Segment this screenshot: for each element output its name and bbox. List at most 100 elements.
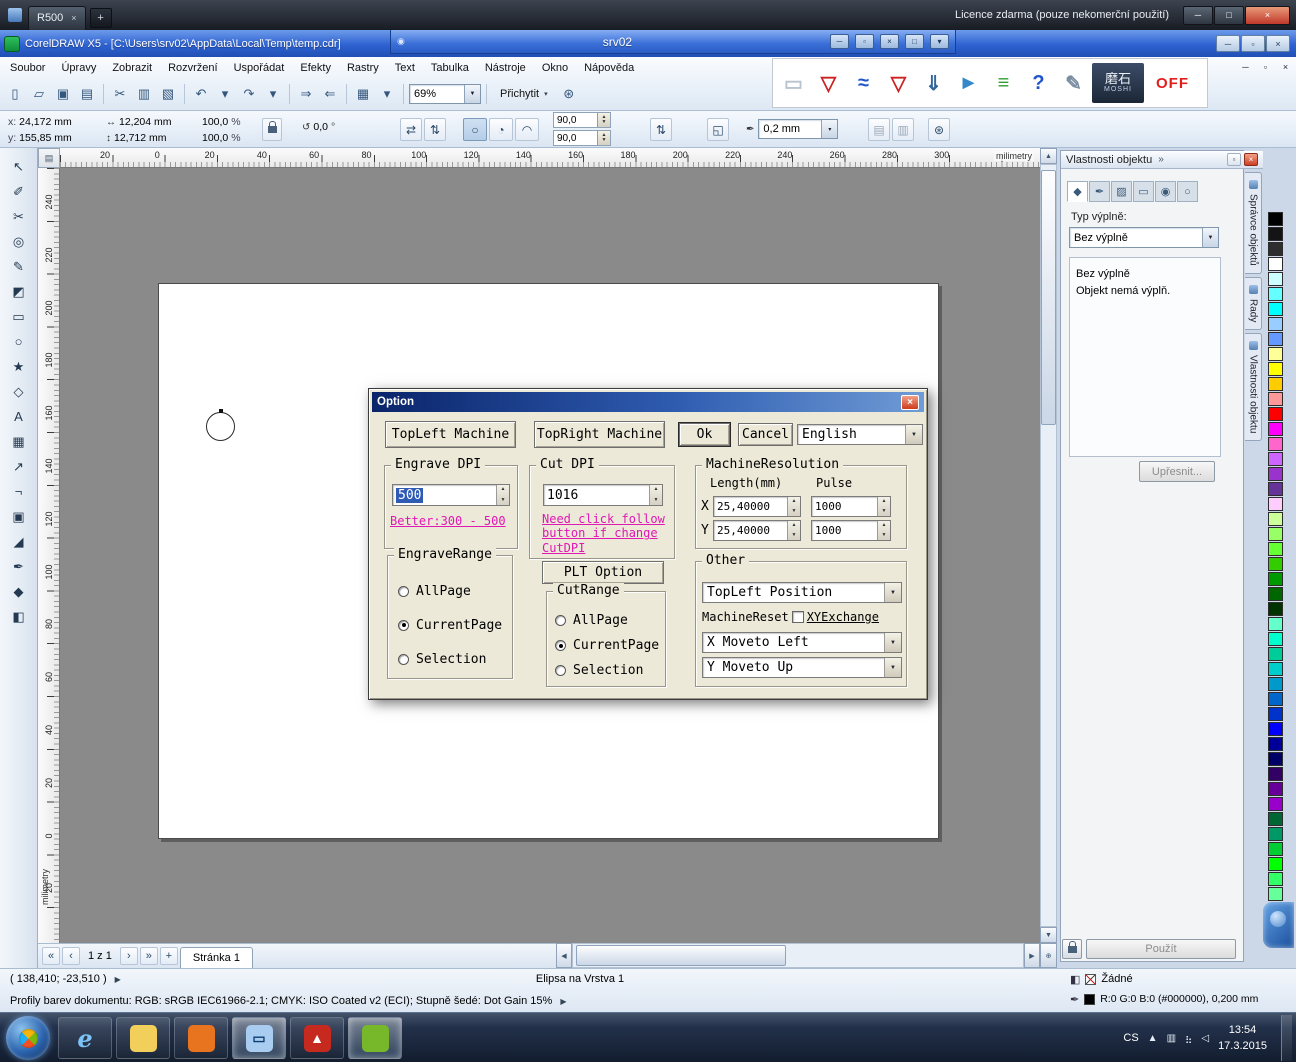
paste-icon[interactable]: ▧ — [157, 83, 179, 105]
dropdown-arrow-icon[interactable]: ▼ — [884, 658, 901, 677]
dropdown-arrow-icon[interactable]: ▾ — [821, 120, 837, 138]
red-funnel2-icon[interactable]: ▽ — [882, 64, 915, 102]
lock-ratio-button[interactable] — [262, 118, 282, 141]
x-length-spinner[interactable] — [787, 497, 800, 516]
expand-icon[interactable]: ▶ — [115, 975, 121, 984]
window-close-button[interactable]: × — [1245, 6, 1290, 25]
radio-currentpage[interactable]: CurrentPage — [398, 608, 502, 642]
engrave-dpi-hint-link[interactable]: Better:300 - 500 — [390, 514, 514, 528]
menu-text[interactable]: Text — [387, 62, 423, 74]
topright-machine-button[interactable]: TopRight Machine — [534, 421, 665, 448]
palette-swatch-2[interactable] — [1268, 242, 1283, 256]
palette-swatch-13[interactable] — [1268, 407, 1283, 421]
basic-shapes-tool[interactable]: ◇ — [4, 379, 34, 404]
side-tab-spravce-objektu[interactable]: Správce objektů — [1245, 172, 1262, 274]
dropdown-arrow-icon[interactable]: ▼ — [884, 583, 901, 602]
blank-frame-icon[interactable]: ▭ — [777, 64, 810, 102]
rectangle-tool[interactable]: ▭ — [4, 304, 34, 329]
apply-button[interactable]: Použít — [1086, 939, 1236, 959]
x-pulse-spinner[interactable] — [877, 497, 890, 516]
palette-swatch-22[interactable] — [1268, 542, 1283, 556]
palette-swatch-23[interactable] — [1268, 557, 1283, 571]
palette-swatch-21[interactable] — [1268, 527, 1283, 541]
spinner[interactable] — [597, 131, 610, 145]
palette-swatch-44[interactable] — [1268, 872, 1283, 886]
palette-swatch-31[interactable] — [1268, 677, 1283, 691]
rdp-menu-icon[interactable]: ▾ — [930, 34, 949, 49]
gear-icon[interactable]: ⊛ — [928, 118, 950, 141]
shape-tool[interactable]: ✐ — [4, 179, 34, 204]
tray-network-icon[interactable]: ⣦ — [1185, 1033, 1192, 1044]
docker-close-button[interactable]: × — [1244, 153, 1258, 166]
dialog-titlebar[interactable]: Option × — [372, 392, 924, 412]
menu-okno[interactable]: Okno — [534, 62, 576, 74]
rdp-connection-bar[interactable]: ◉ srv02 ─ ▫ × □ ▾ — [390, 30, 956, 54]
rdp-restore-button[interactable]: ▫ — [855, 34, 874, 49]
pie-mode-button[interactable]: ◔ — [489, 118, 513, 141]
ellipse-object[interactable] — [206, 412, 235, 441]
x-position-field[interactable]: 24,172 mm — [19, 116, 72, 128]
rdp-fullscreen-icon[interactable]: □ — [905, 34, 924, 49]
arc-direction-button[interactable]: ⇅ — [650, 118, 672, 141]
first-page-button[interactable]: « — [42, 947, 60, 965]
page-tab[interactable]: Stránka 1 — [180, 947, 253, 968]
summary-tab[interactable]: ○ — [1177, 181, 1198, 202]
ellipse-mode-button[interactable]: ○ — [463, 118, 487, 141]
arc-end-field[interactable]: 90,0 — [553, 130, 611, 146]
advanced-button[interactable]: Upřesnit... — [1139, 461, 1215, 482]
vertical-scrollbar[interactable]: ▲ ▼ — [1040, 148, 1057, 943]
palette-swatch-6[interactable] — [1268, 302, 1283, 316]
arc-mode-button[interactable]: ◠ — [515, 118, 539, 141]
save-output-icon[interactable]: ⇓ — [917, 64, 950, 102]
palette-swatch-27[interactable] — [1268, 617, 1283, 631]
radio-allpage[interactable]: AllPage — [398, 574, 502, 608]
dimension-tool[interactable]: ↗ — [4, 454, 34, 479]
x-moveto-select[interactable]: X Moveto Left ▼ — [702, 632, 902, 653]
cancel-button[interactable]: Cancel — [738, 423, 793, 446]
outline-tab[interactable]: ✒ — [1089, 181, 1110, 202]
undo-icon[interactable]: ↶ — [190, 83, 212, 105]
dropdown-arrow-icon[interactable]: ▼ — [1202, 228, 1218, 247]
scroll-right-button[interactable]: ▶ — [1024, 943, 1040, 968]
palette-swatch-12[interactable] — [1268, 392, 1283, 406]
window-maximize-button[interactable]: □ — [1214, 6, 1244, 25]
palette-swatch-37[interactable] — [1268, 767, 1283, 781]
redo-icon[interactable]: ↷ — [238, 83, 260, 105]
import-icon[interactable]: ⇒ — [295, 83, 317, 105]
red-funnel-icon[interactable]: ▽ — [812, 64, 845, 102]
language-select[interactable]: English ▼ — [797, 424, 923, 445]
new-document-icon[interactable]: ▯ — [4, 83, 26, 105]
x-pulse-field[interactable]: 1000 — [811, 496, 891, 517]
palette-swatch-38[interactable] — [1268, 782, 1283, 796]
spinner[interactable] — [597, 113, 610, 127]
rotation-field[interactable]: 0,0 — [313, 121, 328, 133]
menu-rozvrzeni[interactable]: Rozvržení — [160, 62, 226, 74]
menu-soubor[interactable]: Soubor — [2, 62, 53, 74]
application-launcher-icon[interactable]: ▦ — [352, 83, 374, 105]
ellipse-node-handle[interactable] — [219, 409, 223, 413]
chevrons-icon[interactable]: » — [1158, 154, 1164, 165]
palette-swatch-16[interactable] — [1268, 452, 1283, 466]
y-length-field[interactable]: 25,40000 — [713, 520, 801, 541]
app-close-button[interactable]: × — [1266, 35, 1290, 52]
palette-swatch-33[interactable] — [1268, 707, 1283, 721]
palette-swatch-4[interactable] — [1268, 272, 1283, 286]
desktop-gadget[interactable] — [1263, 902, 1294, 948]
eyedropper-tool[interactable]: ◢ — [4, 529, 34, 554]
mdi-restore-button[interactable]: ▫ — [1258, 60, 1273, 73]
moshi-logo-button[interactable]: 磨石 MOSHI — [1092, 63, 1144, 103]
menu-upravy[interactable]: Úpravy — [53, 62, 104, 74]
menu-rastry[interactable]: Rastry — [339, 62, 387, 74]
fill-type-select[interactable]: Bez výplně ▼ — [1069, 227, 1219, 248]
new-tab-button[interactable]: + — [90, 8, 112, 28]
launcher-dropdown-icon[interactable]: ▾ — [376, 83, 398, 105]
palette-swatch-34[interactable] — [1268, 722, 1283, 736]
expand-icon[interactable]: ▶ — [560, 997, 566, 1006]
palette-swatch-32[interactable] — [1268, 692, 1283, 706]
freehand-tool[interactable]: ✎ — [4, 254, 34, 279]
wrap-text-button[interactable]: ◱ — [707, 118, 729, 141]
tray-volume-icon[interactable]: ◁ — [1201, 1033, 1209, 1044]
palette-swatch-14[interactable] — [1268, 422, 1283, 436]
palette-swatch-18[interactable] — [1268, 482, 1283, 496]
mirror-vertical-button[interactable]: ⇅ — [424, 118, 446, 141]
